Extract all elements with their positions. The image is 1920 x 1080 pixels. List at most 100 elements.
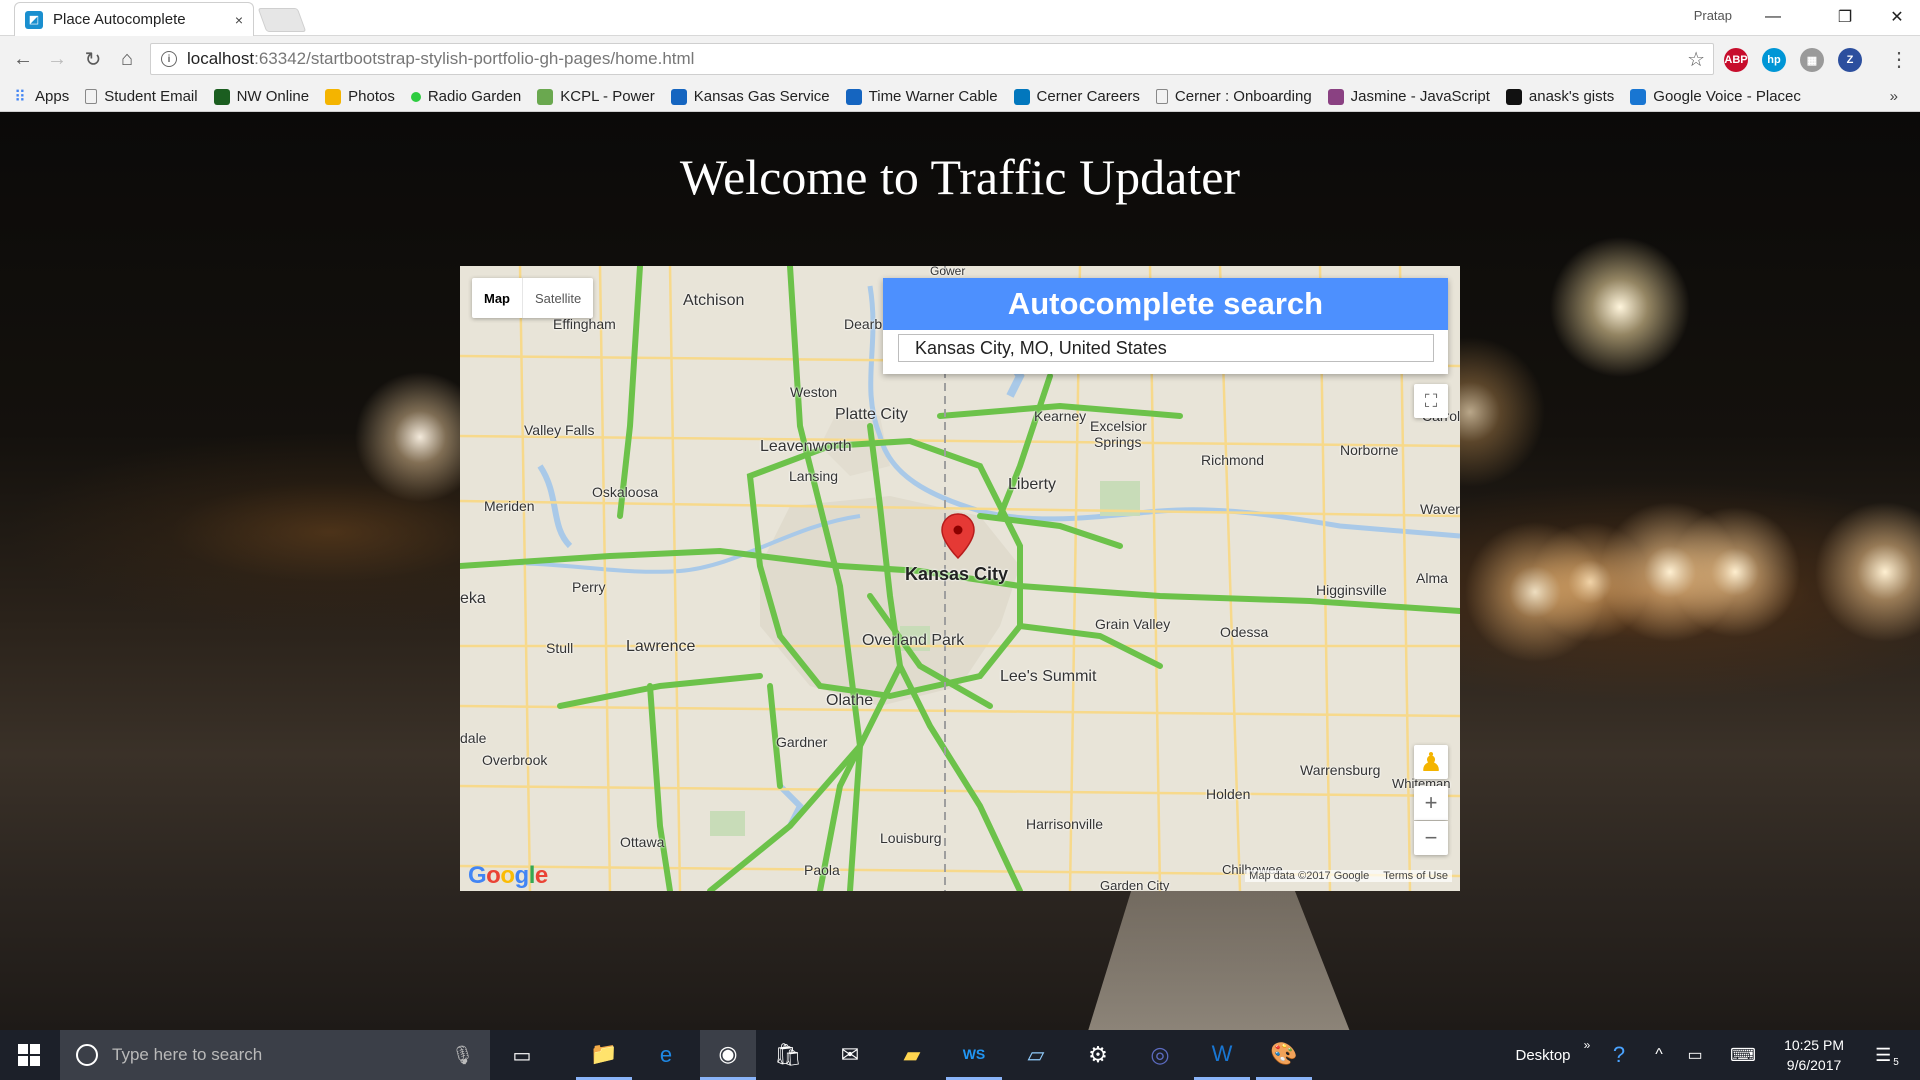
bookmark-label: NW Online xyxy=(236,88,310,105)
notepad-icon[interactable]: ▱ xyxy=(1008,1030,1064,1080)
forward-arrow-icon[interactable]: → xyxy=(44,46,70,72)
taskbar-search-placeholder: Type here to search xyxy=(112,1045,263,1064)
sticky-notes-icon[interactable]: ▰ xyxy=(884,1030,940,1080)
gas-icon xyxy=(670,88,687,105)
show-hidden-icons-icon[interactable]: ^ xyxy=(1644,1030,1674,1080)
page-icon xyxy=(85,89,98,104)
bookmark-item[interactable]: Time Warner Cable xyxy=(845,88,998,105)
fullscreen-icon[interactable]: ⛶ xyxy=(1414,384,1448,418)
site-info-icon[interactable]: i xyxy=(161,51,177,67)
paint-icon[interactable]: 🎨 xyxy=(1256,1030,1312,1080)
mail-icon[interactable]: ✉ xyxy=(822,1030,878,1080)
place-label: Meriden xyxy=(484,498,535,514)
github-icon xyxy=(1505,88,1522,105)
pegman-icon[interactable]: ♟ xyxy=(1414,745,1448,779)
bookmark-item[interactable]: KCPL - Power xyxy=(537,88,655,105)
place-label: Springs xyxy=(1094,434,1142,450)
start-button[interactable] xyxy=(0,1030,58,1080)
bookmark-item[interactable]: Radio Garden xyxy=(410,88,522,105)
bookmark-item[interactable]: ⠿ Apps xyxy=(12,88,69,106)
action-center-icon[interactable]: ☰ 5 xyxy=(1864,1030,1910,1080)
bookmark-label: Radio Garden xyxy=(427,88,522,105)
place-label-kansas-city: Kansas City xyxy=(905,564,1009,584)
edge-icon[interactable]: e xyxy=(638,1030,694,1080)
google-logo[interactable]: Google xyxy=(468,862,548,890)
cortana-app-icon[interactable]: ◎ xyxy=(1132,1030,1188,1080)
bookmark-item[interactable]: Student Email xyxy=(85,88,198,105)
address-bar[interactable]: i localhost:63342/startbootstrap-stylish… xyxy=(150,43,1714,75)
bookmark-item[interactable]: anask's gists xyxy=(1505,88,1615,105)
keyboard-icon[interactable]: ⌨ xyxy=(1720,1030,1766,1080)
place-label: Overland Park xyxy=(862,632,965,649)
map-type-satellite-button[interactable]: Satellite xyxy=(522,278,593,318)
hp-icon[interactable]: hp xyxy=(1762,48,1786,72)
terms-of-use-link[interactable]: Terms of Use xyxy=(1383,870,1448,882)
profile-name[interactable]: Pratap xyxy=(1694,8,1732,23)
place-label: dale xyxy=(460,730,487,746)
bookmark-star-icon[interactable]: ☆ xyxy=(1687,47,1705,72)
bookmark-item[interactable]: Jasmine - JavaScript xyxy=(1327,88,1490,105)
place-label: Warrensburg xyxy=(1300,762,1381,778)
battery-icon[interactable]: ▭ xyxy=(1678,1030,1712,1080)
task-view-icon[interactable]: ▭ xyxy=(494,1030,550,1080)
zotero-icon[interactable]: Z xyxy=(1838,48,1862,72)
bookmark-item[interactable]: Cerner Careers xyxy=(1013,88,1140,105)
bookmark-label: Google Voice - Placeс xyxy=(1653,88,1801,105)
tab-close-icon[interactable]: × xyxy=(235,12,243,28)
microphone-icon[interactable]: 🎙 xyxy=(451,1045,474,1066)
back-arrow-icon[interactable]: ← xyxy=(10,46,36,72)
play-icon xyxy=(845,88,862,105)
clock-time: 10:25 PM xyxy=(1784,1037,1844,1053)
browser-tab[interactable]: ◩ Place Autocomplete × xyxy=(14,2,254,36)
file-explorer-icon[interactable]: 📁 xyxy=(576,1030,632,1080)
page-background: Welcome to Traffic Updater Gower Atchiso… xyxy=(0,112,1920,1030)
place-label: Holden xyxy=(1206,786,1251,802)
bookmarks-overflow-icon[interactable]: » xyxy=(1890,88,1898,105)
place-label: Liberty xyxy=(1008,476,1057,493)
new-tab-button[interactable] xyxy=(257,8,307,32)
bookmark-item[interactable]: Google Voice - Placeс xyxy=(1630,88,1801,105)
place-label: Oskaloosa xyxy=(592,484,659,500)
place-label: Weston xyxy=(790,384,838,400)
taskbar-search-box[interactable]: Type here to search 🎙 xyxy=(60,1030,490,1080)
place-label: Gower xyxy=(930,266,966,278)
place-label: Leavenworth xyxy=(760,438,852,455)
place-label: Dearb xyxy=(844,316,883,332)
clock-date: 9/6/2017 xyxy=(1786,1057,1842,1073)
autocomplete-search-input[interactable] xyxy=(898,334,1434,362)
place-label: Alma xyxy=(1416,570,1448,586)
bookmark-item[interactable]: Photos xyxy=(325,88,395,105)
home-icon[interactable]: ⌂ xyxy=(114,46,140,72)
bookmark-item[interactable]: Cerner : Onboarding xyxy=(1155,88,1312,105)
bookmark-item[interactable]: Kansas Gas Service xyxy=(670,88,830,105)
system-clock[interactable]: 10:25 PM 9/6/2017 xyxy=(1784,1035,1844,1075)
desktop-toolbar-label[interactable]: Desktop xyxy=(1508,1030,1578,1080)
help-icon[interactable]: ? xyxy=(1600,1030,1638,1080)
bookmark-item[interactable]: NW Online xyxy=(213,88,310,105)
bookmark-label: anask's gists xyxy=(1528,88,1615,105)
puzzle-icon[interactable]: ▦ xyxy=(1800,48,1824,72)
restore-button[interactable]: ❐ xyxy=(1822,4,1868,30)
place-label: Valley Falls xyxy=(524,422,595,438)
google-map[interactable]: Gower Atchison Effingham Dearb Weston Pl… xyxy=(460,266,1460,891)
abp-icon[interactable]: ABP xyxy=(1724,48,1748,72)
word-icon[interactable]: W xyxy=(1194,1030,1250,1080)
zoom-out-button[interactable]: − xyxy=(1414,821,1448,855)
pinwheel-icon xyxy=(325,88,342,105)
minimize-button[interactable]: — xyxy=(1750,4,1796,30)
zoom-in-button[interactable]: + xyxy=(1414,786,1448,820)
chrome-icon[interactable]: ◉ xyxy=(700,1030,756,1080)
settings-icon[interactable]: ⚙ xyxy=(1070,1030,1126,1080)
close-window-button[interactable]: ✕ xyxy=(1874,4,1920,30)
bookmark-label: Time Warner Cable xyxy=(868,88,998,105)
tab-title: Place Autocomplete xyxy=(53,11,186,28)
webstorm-icon[interactable]: WS xyxy=(946,1030,1002,1080)
store-icon[interactable]: 🛍 xyxy=(760,1030,816,1080)
reload-icon[interactable]: ↻ xyxy=(80,46,106,72)
desktop-more-icon[interactable]: » xyxy=(1578,1030,1596,1080)
chrome-menu-icon[interactable]: ⋮ xyxy=(1886,46,1912,72)
place-label: Higginsville xyxy=(1316,582,1387,598)
place-label: Kearney xyxy=(1034,408,1087,424)
place-label: Paola xyxy=(804,862,840,878)
map-type-map-button[interactable]: Map xyxy=(472,278,522,318)
